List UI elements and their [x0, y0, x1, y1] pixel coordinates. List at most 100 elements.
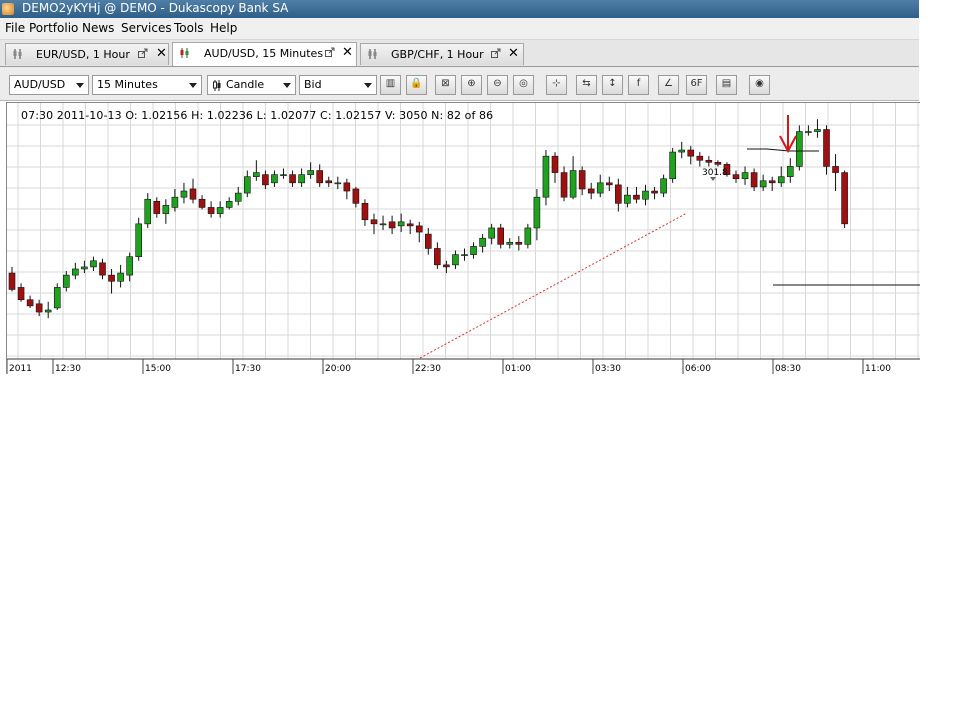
tab-audusd[interactable]: AUD/USD, 15 Minutes ✕ [172, 42, 357, 66]
side-select[interactable]: Bid [299, 75, 377, 95]
candlestick-chart[interactable]: 2011 12:30 15:00 17:30 20:00 22:30 01:00 03:30 0… [7, 103, 920, 374]
candle-body [334, 182, 342, 185]
candle-body [298, 174, 305, 184]
candle-type-button[interactable]: ▥ [380, 75, 401, 95]
trend-line [419, 212, 688, 359]
candle-body [696, 155, 704, 161]
period-select[interactable]: 15 Minutes [92, 75, 202, 95]
close-icon[interactable]: ✕ [508, 46, 519, 61]
fib-button[interactable]: 6F [686, 75, 707, 95]
menu-file[interactable]: File [5, 21, 25, 35]
tab-gbpchf[interactable]: GBP/CHF, 1 Hour ✕ [360, 43, 524, 65]
chart-type-select[interactable]: Candle [207, 75, 296, 95]
candle-body [424, 233, 432, 249]
candle-body [53, 287, 61, 309]
lock-button[interactable]: 🔒 [406, 75, 427, 95]
x-tick-label: 17:30 [235, 364, 261, 374]
tab-label: EUR/USD, 1 Hour [36, 48, 130, 61]
candle-body [741, 172, 749, 180]
chevron-down-icon [283, 83, 291, 88]
x-tick-label: 01:00 [505, 364, 531, 374]
candle-body [244, 176, 251, 194]
drawing-button[interactable]: ∠ [658, 75, 679, 95]
candle-body [578, 170, 586, 190]
candle-body [678, 149, 686, 153]
zoom-custom-button[interactable]: ◎ [513, 75, 534, 95]
candle-body [587, 188, 595, 194]
candle-body [198, 198, 206, 208]
x-tick-label: 15:00 [145, 364, 171, 374]
candle-body [714, 162, 722, 165]
zoom-fit-button[interactable]: ⊠ [435, 75, 456, 95]
candle-body [108, 274, 115, 282]
candle-body [117, 272, 124, 282]
candle-body [814, 129, 821, 132]
fibonacci-label: 301.8 [702, 168, 728, 178]
candle-body [560, 172, 568, 198]
close-icon[interactable]: ✕ [156, 46, 167, 61]
indicator-button[interactable]: f [628, 75, 649, 95]
chevron-down-icon [364, 83, 372, 88]
vertical-range-button[interactable]: ↕ [602, 75, 623, 95]
candle-body [660, 178, 667, 194]
candle-body [126, 256, 133, 276]
ohlc-info-line: 07:30 2011-10-13 O: 1.02156 H: 1.02236 L… [21, 109, 494, 122]
candle-body [44, 309, 52, 313]
tab-eurusd[interactable]: EUR/USD, 1 Hour ✕ [5, 43, 169, 65]
candle-body [99, 262, 106, 276]
candle-body [153, 200, 161, 214]
menu-bar: File Portfolio News Services Tools Help [0, 18, 919, 40]
detach-icon[interactable] [138, 48, 148, 58]
menu-portfolio[interactable]: Portfolio [29, 21, 78, 35]
candle-body [379, 223, 387, 226]
candle-body [434, 248, 441, 266]
menu-tools[interactable]: Tools [174, 21, 204, 35]
candle-body [633, 194, 640, 200]
candle-body [461, 254, 468, 256]
cursor-icon: ⊹ [552, 78, 561, 89]
candle-body [786, 166, 794, 177]
detach-icon[interactable] [325, 47, 335, 57]
candle-body [705, 159, 713, 163]
shift-button[interactable]: ⇆ [576, 75, 597, 95]
x-tick-label: 06:00 [685, 364, 711, 374]
zoom-out-button[interactable]: ⊖ [487, 75, 508, 95]
zoom-in-icon: ⊕ [467, 78, 476, 89]
cursor-button[interactable]: ⊹ [546, 75, 567, 95]
save-icon: ▤ [721, 78, 732, 89]
zoom-in-button[interactable]: ⊕ [461, 75, 482, 95]
instrument-select[interactable]: AUD/USD [9, 75, 89, 95]
candle-body [533, 196, 541, 229]
period-value: 15 Minutes [97, 78, 158, 91]
menu-help[interactable]: Help [210, 21, 237, 35]
menu-services[interactable]: Services [121, 21, 172, 35]
x-tick-label: 12:30 [55, 364, 81, 374]
candle-body [488, 227, 495, 239]
candle-body [307, 170, 314, 175]
title-bar[interactable]: DEMO2yKYHj @ DEMO - Dukascopy Bank SA [0, 0, 919, 18]
candle-body [144, 198, 152, 225]
candle-body [35, 303, 43, 313]
candle-icon [213, 80, 221, 91]
candle-body [443, 264, 450, 268]
chart-toolbar: AUD/USD 15 Minutes Candle Bid ▥ 🔒 ⊠ ⊕ ⊖ ◎ ⊹ ⇆ ↕ f… [0, 67, 919, 101]
candle-body [823, 129, 830, 167]
chart-tab-bar: EUR/USD, 1 Hour ✕ AUD/USD, 15 Minutes ✕ … [0, 40, 919, 67]
menu-news[interactable]: News [82, 21, 114, 35]
candle-body [479, 237, 486, 247]
vertical-range-icon: ↕ [608, 78, 617, 89]
candle-body [271, 174, 278, 184]
detach-icon[interactable] [491, 48, 501, 58]
candle-body [669, 151, 676, 180]
stop-button[interactable]: ◉ [749, 75, 770, 95]
candle-body [615, 184, 622, 204]
candle-body [352, 188, 360, 204]
close-icon[interactable]: ✕ [342, 45, 353, 60]
candle-body [768, 180, 776, 184]
candle-body [325, 180, 333, 184]
save-button[interactable]: ▤ [716, 75, 737, 95]
chart-panel[interactable]: 2011 12:30 15:00 17:30 20:00 22:30 01:00 03:30 0… [6, 102, 920, 374]
app-icon [2, 3, 14, 15]
candle-body [777, 176, 785, 184]
candle-icon [368, 49, 377, 59]
